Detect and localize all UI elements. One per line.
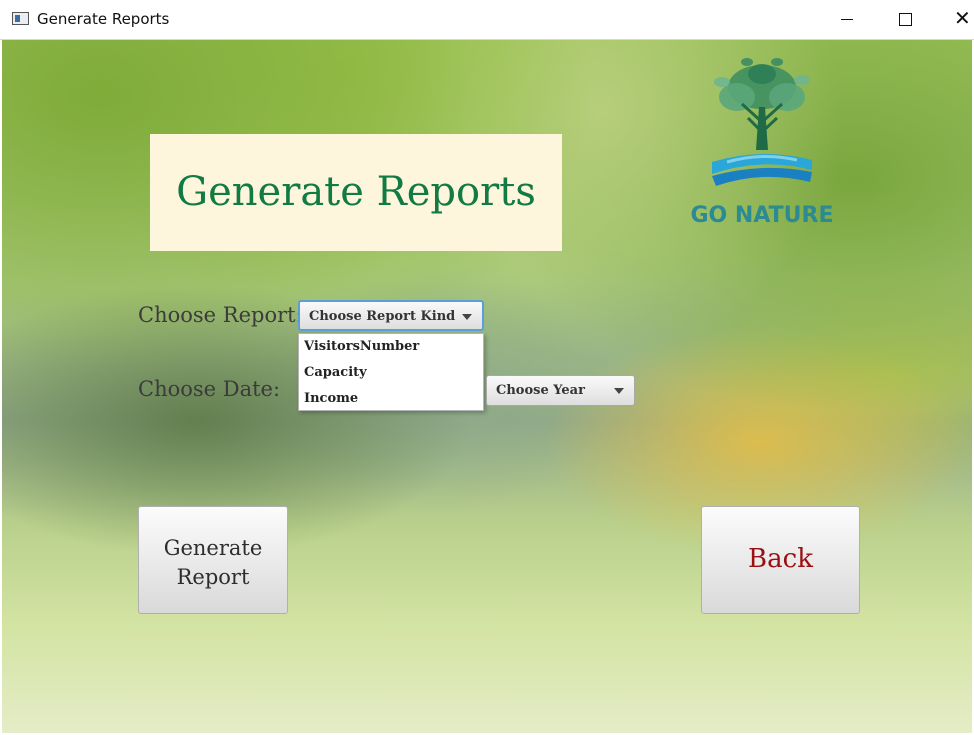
page-title: Generate Reports: [176, 169, 536, 215]
close-button[interactable]: ✕: [934, 0, 974, 39]
dropdown-option-income[interactable]: Income: [304, 391, 358, 406]
choose-report-label: Choose Report:: [138, 303, 303, 327]
chevron-down-icon: [614, 388, 624, 394]
title-bar: Generate Reports ✕: [0, 0, 974, 40]
generate-report-button[interactable]: Generate Report: [138, 506, 288, 614]
report-kind-combobox[interactable]: Choose Report Kind: [298, 300, 484, 331]
dropdown-option-capacity[interactable]: Capacity: [304, 365, 367, 380]
minimize-button[interactable]: [818, 0, 876, 39]
choose-date-label: Choose Date:: [138, 377, 281, 401]
maximize-button[interactable]: [876, 0, 934, 39]
back-button[interactable]: Back: [701, 506, 860, 614]
year-combobox[interactable]: Choose Year: [486, 375, 635, 406]
chevron-down-icon: [462, 314, 472, 320]
year-value: Choose Year: [496, 383, 585, 398]
generate-label-line2: Report: [176, 565, 250, 589]
dropdown-option-visitors-number[interactable]: VisitorsNumber: [304, 339, 419, 354]
logo-text: GO NATURE: [691, 203, 834, 228]
app-icon: [12, 12, 29, 25]
back-label: Back: [748, 544, 813, 574]
minimize-icon: [841, 19, 853, 20]
generate-label-line1: Generate: [163, 536, 263, 560]
report-kind-value: Choose Report Kind: [309, 309, 456, 324]
window-title: Generate Reports: [37, 10, 170, 28]
app-window: Generate Reports ✕ Generate Reports GO N…: [0, 0, 974, 735]
page-header: Generate Reports: [150, 134, 562, 251]
report-kind-dropdown-list: VisitorsNumber Capacity Income: [298, 333, 484, 411]
generate-report-label: Generate Report: [139, 534, 287, 592]
tree-icon: [714, 58, 810, 150]
go-nature-logo: GO NATURE: [691, 58, 834, 228]
maximize-icon: [899, 13, 912, 26]
close-icon: ✕: [954, 6, 971, 30]
